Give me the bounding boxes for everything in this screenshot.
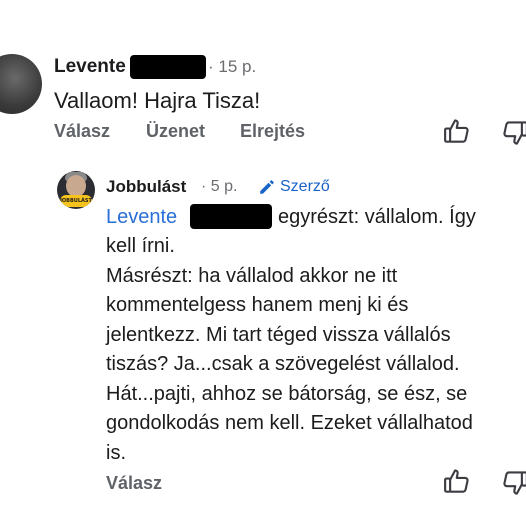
reply-text-line: tiszás? Ja...csak a szövegelést vállalod… xyxy=(106,353,460,375)
comment-timestamp: · 15 p. xyxy=(208,57,257,76)
reply-text: kell írni. Másrészt: ha vállalod akkor n… xyxy=(106,232,510,468)
reply-text-line: Hát...pajti, ahhoz se bátorság, se ész, … xyxy=(106,382,468,405)
avatar-badge: JOBBULÁST xyxy=(60,195,92,207)
comment-text: Vallaom! Hajra Tisza! xyxy=(54,88,261,113)
reply-button[interactable]: Válasz xyxy=(106,473,162,494)
thumbs-up-icon[interactable] xyxy=(442,466,472,496)
reply-timestamp: · 5 p. xyxy=(201,178,238,195)
thumbs-down-icon[interactable] xyxy=(500,118,526,148)
avatar[interactable] xyxy=(0,54,42,114)
thumbs-down-icon[interactable] xyxy=(500,468,526,498)
reply-text-line: Másrészt: ha vállalod akkor ne itt xyxy=(106,264,398,287)
reply-author[interactable]: Jobbulást xyxy=(106,177,186,197)
reply-text-line: kommentelgess hanem menj ki és xyxy=(106,294,409,316)
pencil-icon xyxy=(258,178,276,196)
reply-text-line: egyrészt: vállalom. Így xyxy=(278,206,476,228)
reply-button[interactable]: Válasz xyxy=(54,121,110,142)
author-badge: Szerző xyxy=(280,178,330,195)
message-button[interactable]: Üzenet xyxy=(146,121,205,142)
reply-text-line: jelentkezz. Mi tart téged vissza vállaló… xyxy=(106,323,451,346)
thumbs-up-icon[interactable] xyxy=(442,116,472,146)
reply-text-line: kell írni. xyxy=(106,235,175,257)
comment-author[interactable]: Levente xyxy=(54,56,126,78)
mention-link[interactable]: Levente xyxy=(106,206,177,229)
avatar-face xyxy=(66,175,86,197)
avatar[interactable]: JOBBULÁST xyxy=(57,171,95,209)
reply-text-line: is. xyxy=(106,441,126,464)
redacted-name xyxy=(190,204,272,229)
redacted-name xyxy=(130,55,206,79)
reply-text-line: gondolkodás nem kell. Ezeket vállalhatod xyxy=(106,412,473,434)
hide-button[interactable]: Elrejtés xyxy=(240,121,305,142)
